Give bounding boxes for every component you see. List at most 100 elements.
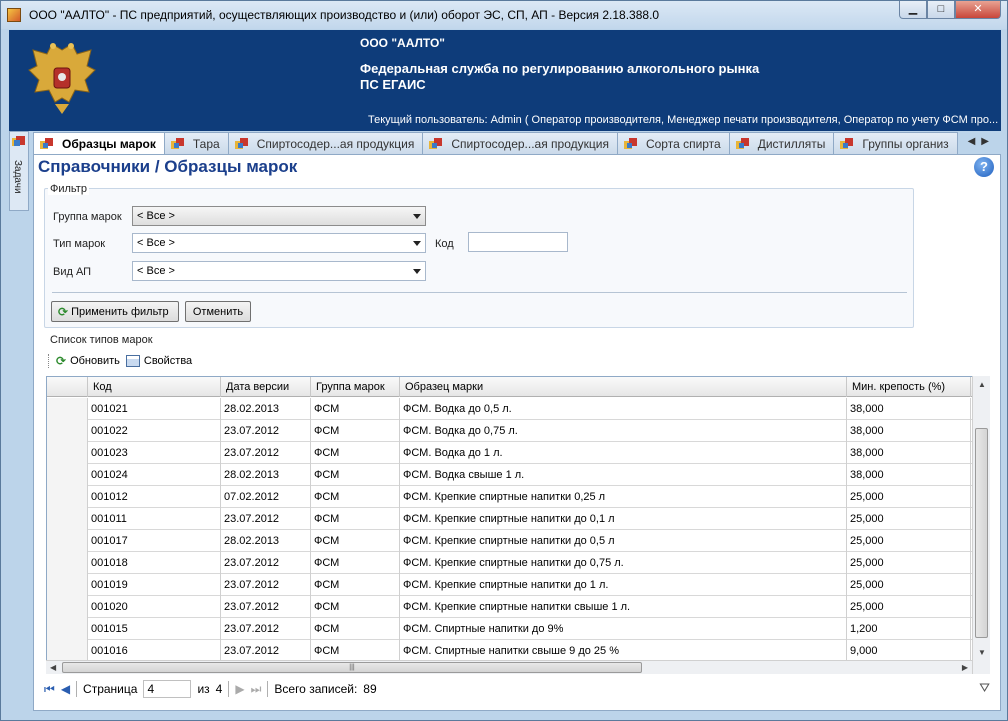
cell-min-strength: 38,000: [847, 442, 971, 464]
tab-alcohol-products-1[interactable]: Спиртосодер...ая продукция: [227, 132, 424, 154]
refresh-icon: ⟳: [56, 354, 67, 368]
row-header[interactable]: [47, 508, 88, 530]
table-row[interactable]: 001019 23.07.2012 ФСМ ФСМ. Крепкие спиртные…: [47, 574, 989, 596]
row-header[interactable]: [47, 530, 88, 552]
scroll-down-icon[interactable]: ▼: [978, 648, 986, 657]
cell-code: 001018: [88, 552, 221, 574]
code-input[interactable]: [468, 232, 568, 252]
form-icon: [40, 138, 53, 149]
cell-stamp-sample: ФСМ. Водка свыше 1 л.: [400, 464, 847, 486]
cell-stamp-group: ФСМ: [311, 574, 400, 596]
agency-name: Федеральная служба по регулированию алко…: [360, 61, 759, 93]
chevron-down-icon: [413, 241, 421, 246]
table-row[interactable]: 001017 28.02.2013 ФСМ ФСМ. Крепкие спиртные…: [47, 530, 989, 552]
refresh-button[interactable]: ⟳ Обновить: [56, 354, 120, 368]
cell-stamp-group: ФСМ: [311, 596, 400, 618]
scroll-up-icon[interactable]: ▲: [978, 380, 986, 389]
cell-stamp-group: ФСМ: [311, 486, 400, 508]
table-row[interactable]: 001022 23.07.2012 ФСМ ФСМ. Водка до 0,75 л.…: [47, 420, 989, 442]
filter-settings-icon[interactable]: ⛛: [979, 680, 990, 696]
cancel-filter-button[interactable]: Отменить: [185, 301, 251, 322]
first-page-icon[interactable]: ⏮: [44, 682, 55, 697]
apply-filter-button[interactable]: ⟳ Применить фильтр: [51, 301, 179, 322]
row-header[interactable]: [47, 574, 88, 596]
table-row[interactable]: 001015 23.07.2012 ФСМ ФСМ. Спиртные напитки…: [47, 618, 989, 640]
table-row[interactable]: 001011 23.07.2012 ФСМ ФСМ. Крепкие спиртные…: [47, 508, 989, 530]
cell-code: 001017: [88, 530, 221, 552]
cell-version-date: 23.07.2012: [221, 508, 311, 530]
cell-min-strength: 1,200: [847, 618, 971, 640]
stamp-type-select[interactable]: < Все >: [132, 233, 426, 253]
cell-stamp-group: ФСМ: [311, 442, 400, 464]
row-header[interactable]: [47, 552, 88, 574]
cell-version-date: 23.07.2012: [221, 442, 311, 464]
prev-page-icon[interactable]: ◀: [61, 682, 70, 696]
product-kind-select[interactable]: < Все >: [132, 261, 426, 281]
stamp-group-value: < Все >: [137, 210, 175, 222]
column-header-version-date[interactable]: Дата версии: [221, 377, 311, 397]
table-row[interactable]: 001020 23.07.2012 ФСМ ФСМ. Крепкие спиртные…: [47, 596, 989, 618]
apply-filter-label: Применить фильтр: [71, 305, 169, 318]
tab-label: Сорта спирта: [645, 136, 721, 151]
cell-code: 001023: [88, 442, 221, 464]
properties-label: Свойства: [143, 355, 193, 367]
tab-stamp-samples[interactable]: Образцы марок: [33, 132, 165, 155]
vertical-scroll-thumb[interactable]: [975, 428, 988, 638]
column-header-stamp-group[interactable]: Группа марок: [311, 377, 400, 397]
tab-label: Спиртосодер...ая продукция: [451, 136, 609, 151]
row-header[interactable]: [47, 464, 88, 486]
vertical-scrollbar[interactable]: ▲ ▼: [972, 376, 990, 674]
scroll-right-icon[interactable]: ▶: [962, 663, 968, 672]
row-header[interactable]: [47, 486, 88, 508]
scroll-left-icon[interactable]: ◀: [50, 663, 56, 672]
cell-min-strength: 25,000: [847, 552, 971, 574]
table-row[interactable]: 001023 23.07.2012 ФСМ ФСМ. Водка до 1 л. 38,…: [47, 442, 989, 464]
cell-stamp-sample: ФСМ. Водка до 0,5 л.: [400, 398, 847, 420]
cell-code: 001024: [88, 464, 221, 486]
table-row[interactable]: 001024 28.02.2013 ФСМ ФСМ. Водка свыше 1 л.…: [47, 464, 989, 486]
row-header[interactable]: [47, 442, 88, 464]
column-header-min-strength[interactable]: Мин. крепость (%): [847, 377, 971, 397]
cell-code: 001021: [88, 398, 221, 420]
grid-header: Код Дата версии Группа марок Образец мар…: [47, 377, 989, 397]
help-icon[interactable]: ?: [974, 157, 994, 177]
product-kind-value: < Все >: [137, 265, 175, 277]
toolbar-grip: [48, 354, 50, 368]
row-header[interactable]: [47, 618, 88, 640]
tab-spirit-grades[interactable]: Сорта спирта: [616, 132, 730, 154]
stamp-type-label: Тип марок: [53, 238, 106, 250]
cell-version-date: 23.07.2012: [221, 420, 311, 442]
tab-alcohol-products-2[interactable]: Спиртосодер...ая продукция: [422, 132, 618, 154]
properties-button[interactable]: Свойства: [125, 355, 193, 367]
close-button[interactable]: ✕: [955, 1, 1001, 19]
row-header[interactable]: [47, 640, 88, 662]
table-row[interactable]: 001021 28.02.2013 ФСМ ФСМ. Водка до 0,5 л. 3…: [47, 398, 989, 420]
tab-distillates[interactable]: Дистилляты: [728, 132, 835, 154]
tab-org-groups[interactable]: Группы организ: [833, 132, 958, 154]
maximize-button[interactable]: □: [927, 1, 955, 19]
table-row[interactable]: 001012 07.02.2012 ФСМ ФСМ. Крепкие спиртные…: [47, 486, 989, 508]
table-row[interactable]: 001016 23.07.2012 ФСМ ФСМ. Спиртные напитки…: [47, 640, 989, 662]
row-header[interactable]: [47, 596, 88, 618]
page-input[interactable]: 4: [143, 680, 192, 698]
cell-version-date: 28.02.2013: [221, 530, 311, 552]
table-row[interactable]: 001018 23.07.2012 ФСМ ФСМ. Крепкие спиртные…: [47, 552, 989, 574]
pager: ⏮ ◀ Страница 4 из 4 ▶ ⏭ Всего записей: 8…: [44, 678, 994, 700]
row-header[interactable]: [47, 398, 88, 420]
horizontal-scroll-thumb[interactable]: |||: [62, 662, 642, 673]
horizontal-scrollbar[interactable]: ◀ ||| ▶: [46, 660, 972, 674]
tab-containers[interactable]: Тара: [163, 132, 229, 154]
next-page-icon[interactable]: ▶: [235, 682, 244, 696]
form-icon: [170, 137, 184, 149]
cell-stamp-group: ФСМ: [311, 508, 400, 530]
column-header-code[interactable]: Код: [88, 377, 221, 397]
tab-scroll-arrows[interactable]: ◀▶: [968, 136, 995, 147]
row-header[interactable]: [47, 420, 88, 442]
minimize-button[interactable]: ▁: [899, 1, 927, 19]
column-header-stamp-sample[interactable]: Образец марки: [400, 377, 847, 397]
tasks-panel-toggle[interactable]: Задачи: [9, 131, 29, 211]
stamp-group-select[interactable]: < Все >: [132, 206, 426, 226]
last-page-icon[interactable]: ⏭: [251, 682, 262, 697]
eagle-emblem-icon: [28, 43, 96, 114]
title-bar[interactable]: ООО "ААЛТО" - ПС предприятий, осуществля…: [1, 1, 1007, 29]
